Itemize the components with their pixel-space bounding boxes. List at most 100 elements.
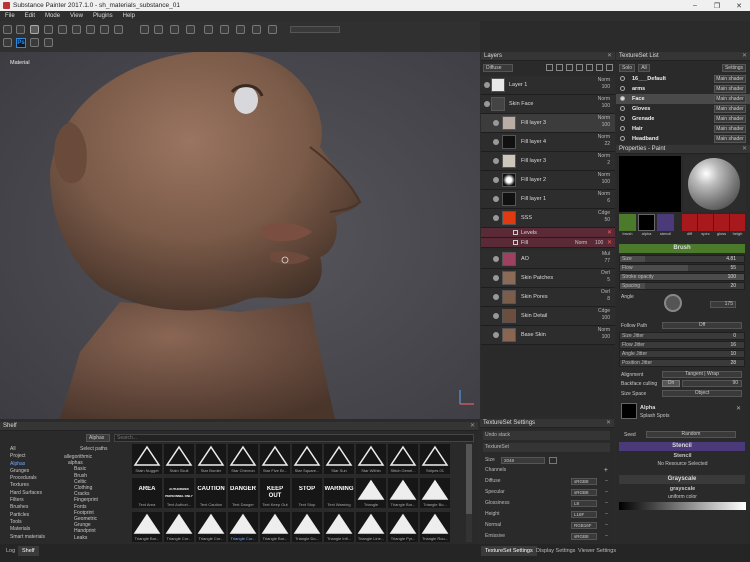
textureset-row-selected[interactable]: Face Main shader [616, 94, 750, 104]
radio-icon[interactable] [620, 86, 625, 91]
settings-icon[interactable] [44, 38, 53, 47]
alpha-close-icon[interactable]: ✕ [736, 405, 741, 412]
textureset-row[interactable]: arms Main shader [616, 84, 750, 94]
shader-select[interactable]: Main shader [714, 125, 746, 133]
solo-button[interactable]: Solo [619, 64, 635, 72]
duplicate-layer-icon[interactable] [596, 64, 603, 71]
radio-icon[interactable] [620, 96, 625, 101]
alignment-select[interactable]: Tangent | Wrap [662, 371, 742, 378]
layer-row[interactable]: Base Skin Norm 100 [481, 326, 615, 345]
brush-thumb[interactable] [619, 214, 636, 231]
category-item[interactable]: Hard Surfaces [10, 490, 62, 497]
eye-icon[interactable] [493, 332, 499, 338]
textureset-row[interactable]: Headband Main shader [616, 134, 750, 143]
spacing-slider[interactable]: Spacing 20 [619, 282, 745, 290]
brush-section-header[interactable]: Brush [619, 244, 745, 253]
stencil-thumb[interactable] [657, 214, 674, 231]
stroke-opacity-slider[interactable]: Stroke opacity 100 [619, 273, 745, 281]
add-channel-icon[interactable]: + [604, 466, 608, 475]
height-thumb[interactable] [730, 214, 745, 231]
glossiness-thumb[interactable] [714, 214, 729, 231]
format-select[interactable]: RGB16F [571, 522, 597, 529]
angle-value[interactable]: 175 [710, 301, 736, 308]
angle-jitter-slider[interactable]: Angle Jitter 10 [619, 350, 745, 358]
eye-icon[interactable] [493, 275, 499, 281]
select-paths-label[interactable]: Select paths [80, 446, 108, 452]
symmetry-icon[interactable] [140, 25, 149, 34]
menu-plugins[interactable]: Plugins [88, 13, 118, 19]
format-select[interactable]: sRGB8 [571, 478, 597, 485]
radio-icon[interactable] [620, 76, 625, 81]
tab-textureset-settings[interactable]: TextureSet Settings [481, 546, 537, 556]
close-button[interactable]: ✕ [728, 0, 750, 11]
panel-close-icon[interactable]: ✕ [742, 52, 747, 59]
add-effect-icon[interactable] [576, 64, 583, 71]
eye-icon[interactable] [493, 196, 499, 202]
picker-icon[interactable] [114, 25, 123, 34]
radio-icon[interactable] [620, 136, 625, 141]
format-select[interactable]: L16F [571, 511, 597, 518]
remove-channel-icon[interactable]: − [605, 499, 608, 508]
category-item[interactable]: Particles [10, 512, 62, 519]
category-item[interactable]: Procedurals [10, 475, 62, 482]
textureset-row[interactable]: Gloves Main shader [616, 104, 750, 114]
clone-icon[interactable] [100, 25, 109, 34]
photoshop-icon[interactable]: Ps [16, 38, 26, 48]
remove-channel-icon[interactable]: − [605, 477, 608, 486]
effect-row[interactable]: Fill Norm 100 ✕ [481, 238, 615, 248]
category-item[interactable]: Tools [10, 519, 62, 526]
screenshot-icon[interactable] [236, 25, 245, 34]
grayscale-slider[interactable] [619, 502, 746, 510]
seed-random-button[interactable]: Random [646, 431, 736, 438]
shader-select[interactable]: Main shader [714, 135, 746, 143]
display-icon[interactable] [220, 25, 229, 34]
category-item[interactable]: Grunges [10, 468, 62, 475]
category-item[interactable]: Filters [10, 497, 62, 504]
menu-help[interactable]: Help [118, 13, 140, 19]
tab-shelf[interactable]: Shelf [18, 546, 39, 556]
layer-folder-row[interactable]: Skin Face Norm 100 [481, 95, 615, 114]
shader-select[interactable]: Main shader [714, 115, 746, 123]
textureset-row[interactable]: Hair Main shader [616, 124, 750, 134]
add-folder-icon[interactable] [586, 64, 593, 71]
textureset-row[interactable]: Grenade Main shader [616, 114, 750, 124]
redo-icon[interactable] [16, 25, 25, 34]
minimize-button[interactable]: – [684, 0, 706, 11]
eye-icon[interactable] [493, 294, 499, 300]
iray-icon[interactable] [252, 25, 261, 34]
layer-row[interactable]: Fill layer 2 Norm 100 [481, 171, 615, 190]
remove-channel-icon[interactable]: − [605, 532, 608, 541]
projection-icon[interactable] [58, 25, 67, 34]
radio-icon[interactable] [620, 126, 625, 131]
eye-icon[interactable] [484, 82, 490, 88]
menu-edit[interactable]: Edit [20, 13, 40, 19]
tab-log[interactable]: Log [2, 546, 19, 556]
add-paint-layer-icon[interactable] [546, 64, 553, 71]
size-jitter-slider[interactable]: Size Jitter 0 [619, 332, 745, 340]
size-slider[interactable]: Size 4.81 [619, 255, 745, 263]
undo-stack-row[interactable]: Undo stack [483, 431, 610, 440]
remove-channel-icon[interactable]: − [605, 488, 608, 497]
menu-file[interactable]: File [0, 13, 20, 19]
eye-icon[interactable] [493, 256, 499, 262]
layer-row[interactable]: Skin Pores Ovrl 8 [481, 288, 615, 307]
remove-channel-icon[interactable]: − [605, 510, 608, 519]
shelf-scrollbar[interactable] [466, 444, 472, 542]
share-icon[interactable] [3, 38, 12, 47]
panel-close-icon[interactable]: ✕ [742, 145, 747, 152]
layer-row[interactable]: Skin Detail Cdge 100 [481, 307, 615, 326]
eye-icon[interactable] [493, 120, 499, 126]
smudge-icon[interactable] [86, 25, 95, 34]
eye-icon[interactable] [493, 177, 499, 183]
eye-icon[interactable] [484, 101, 490, 107]
shader-select[interactable]: Main shader [714, 95, 746, 103]
category-item[interactable]: Materials [10, 526, 62, 533]
tab-display-settings[interactable]: Display Settings [532, 546, 579, 556]
specular-thumb[interactable] [698, 214, 713, 231]
layer-row[interactable]: Skin Patches Ovrl 5 [481, 269, 615, 288]
layer-row[interactable]: SSS Cdge 50 [481, 209, 615, 228]
grayscale-section-header[interactable]: Grayscale [619, 475, 745, 484]
eye-icon[interactable] [493, 313, 499, 319]
settings-button[interactable]: Settings [722, 64, 746, 72]
sketchfab-icon[interactable] [30, 38, 39, 47]
